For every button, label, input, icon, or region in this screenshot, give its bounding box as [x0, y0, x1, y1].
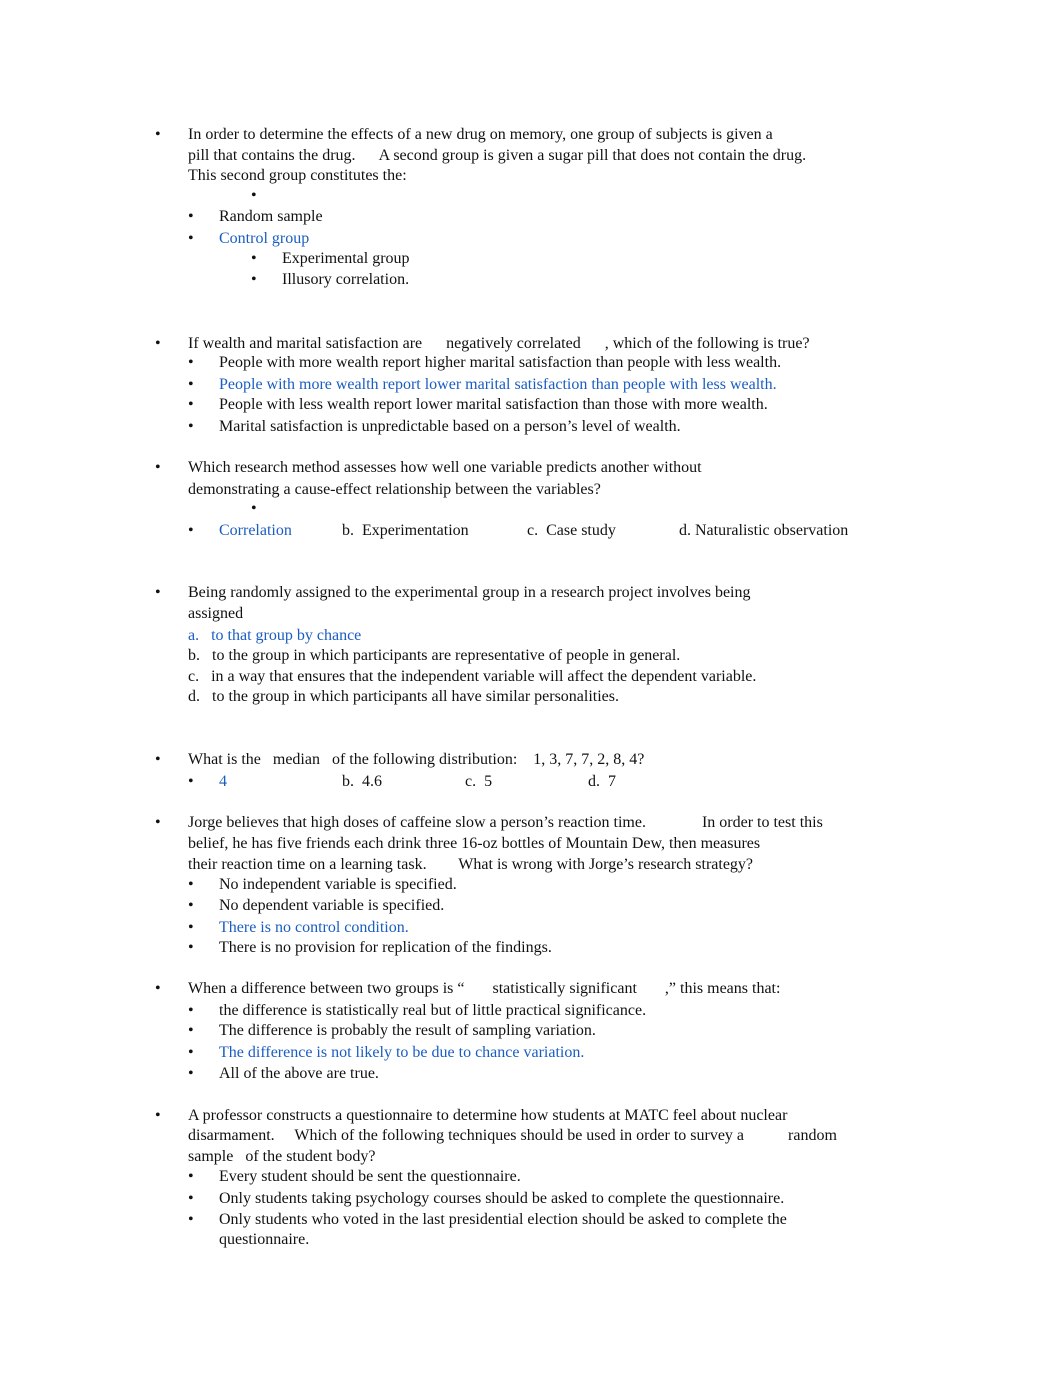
- answer-option: b. 4.6: [342, 773, 382, 790]
- question-stem: If wealth and marital satisfaction are n…: [188, 335, 810, 352]
- answer-option: b. Experimentation: [342, 522, 469, 539]
- correct-answer-option: The difference is not likely to be due t…: [219, 1044, 585, 1061]
- correct-answer-option: a. to that group by chance: [188, 627, 362, 644]
- answer-option: d. to the group in which participants al…: [188, 688, 620, 705]
- bullet: •: [188, 1065, 194, 1082]
- bullet: •: [188, 522, 194, 539]
- bullet: •: [251, 250, 257, 267]
- bullet: •: [188, 208, 194, 225]
- answer-option: Illusory correlation.: [282, 271, 410, 288]
- answer-option: Marital satisfaction is unpredictable ba…: [219, 418, 681, 435]
- question-stem: assigned: [188, 605, 244, 622]
- question-stem: their reaction time on a learning task. …: [188, 856, 754, 873]
- answer-option: People with more wealth report higher ma…: [219, 354, 782, 371]
- answer-option: There is no provision for replication of…: [219, 939, 552, 956]
- bullet: •: [188, 1002, 194, 1019]
- answer-option-continued: questionnaire.: [219, 1231, 310, 1248]
- question-stem: What is the median of the following dist…: [188, 751, 645, 768]
- answer-option: All of the above are true.: [219, 1065, 379, 1082]
- question-stem: disarmament. Which of the following tech…: [188, 1127, 837, 1144]
- bullet: •: [188, 1044, 194, 1061]
- question-stem: demonstrating a cause-effect relationshi…: [188, 481, 601, 498]
- bullet: •: [188, 418, 194, 435]
- bullet: •: [251, 271, 257, 288]
- answer-option: c. Case study: [527, 522, 616, 539]
- bullet: •: [188, 919, 194, 936]
- answer-option: Only students who voted in the last pres…: [219, 1211, 787, 1228]
- bullet: •: [188, 1168, 194, 1185]
- answer-option: The difference is probably the result of…: [219, 1022, 596, 1039]
- answer-option: d. Naturalistic observation: [679, 522, 849, 539]
- bullet: •: [155, 751, 161, 768]
- bullet: •: [188, 230, 194, 247]
- bullet: •: [251, 187, 257, 204]
- bullet: •: [188, 939, 194, 956]
- question-stem: belief, he has five friends each drink t…: [188, 835, 761, 852]
- bullet: •: [188, 396, 194, 413]
- answer-option: c. 5: [465, 773, 493, 790]
- answer-option: No dependent variable is specified.: [219, 897, 445, 914]
- answer-option: Every student should be sent the questio…: [219, 1168, 521, 1185]
- question-stem: Being randomly assigned to the experimen…: [188, 584, 751, 601]
- answer-option: No independent variable is specified.: [219, 876, 457, 893]
- question-stem: A professor constructs a questionnaire t…: [188, 1107, 788, 1124]
- bullet: •: [188, 876, 194, 893]
- bullet: •: [188, 897, 194, 914]
- correct-answer-option: There is no control condition.: [219, 919, 409, 936]
- bullet: •: [155, 584, 161, 601]
- bullet: •: [155, 980, 161, 997]
- answer-option: b. to the group in which participants ar…: [188, 647, 681, 664]
- correct-answer-option: 4: [219, 773, 227, 790]
- bullet: •: [251, 500, 257, 517]
- answer-option: c. in a way that ensures that the indepe…: [188, 668, 757, 685]
- answer-option: Only students taking psychology courses …: [219, 1190, 785, 1207]
- question-stem: When a difference between two groups is …: [188, 980, 781, 997]
- bullet: •: [155, 459, 161, 476]
- question-stem: pill that contains the drug. A second gr…: [188, 147, 807, 164]
- question-stem: This second group constitutes the:: [188, 167, 407, 184]
- answer-option: Random sample: [219, 208, 323, 225]
- bullet: •: [155, 814, 161, 831]
- question-stem: Which research method assesses how well …: [188, 459, 702, 476]
- answer-option: People with less wealth report lower mar…: [219, 396, 768, 413]
- question-stem: sample of the student body?: [188, 1148, 376, 1165]
- correct-answer-option: Control group: [219, 230, 310, 247]
- bullet: •: [188, 1022, 194, 1039]
- answer-option: d. 7: [588, 773, 616, 790]
- document-page: • In order to determine the effects of a…: [0, 0, 1062, 1376]
- bullet: •: [155, 335, 161, 352]
- question-stem: Jorge believes that high doses of caffei…: [188, 814, 823, 831]
- answer-option: the difference is statistically real but…: [219, 1002, 647, 1019]
- bullet: •: [155, 126, 161, 143]
- correct-answer-option: Correlation: [219, 522, 292, 539]
- bullet: •: [188, 773, 194, 790]
- bullet: •: [188, 1211, 194, 1228]
- correct-answer-option: People with more wealth report lower mar…: [219, 376, 777, 393]
- bullet: •: [188, 376, 194, 393]
- bullet: •: [188, 1190, 194, 1207]
- question-stem: In order to determine the effects of a n…: [188, 126, 773, 143]
- bullet: •: [188, 354, 194, 371]
- bullet: •: [155, 1107, 161, 1124]
- answer-option: Experimental group: [282, 250, 410, 267]
